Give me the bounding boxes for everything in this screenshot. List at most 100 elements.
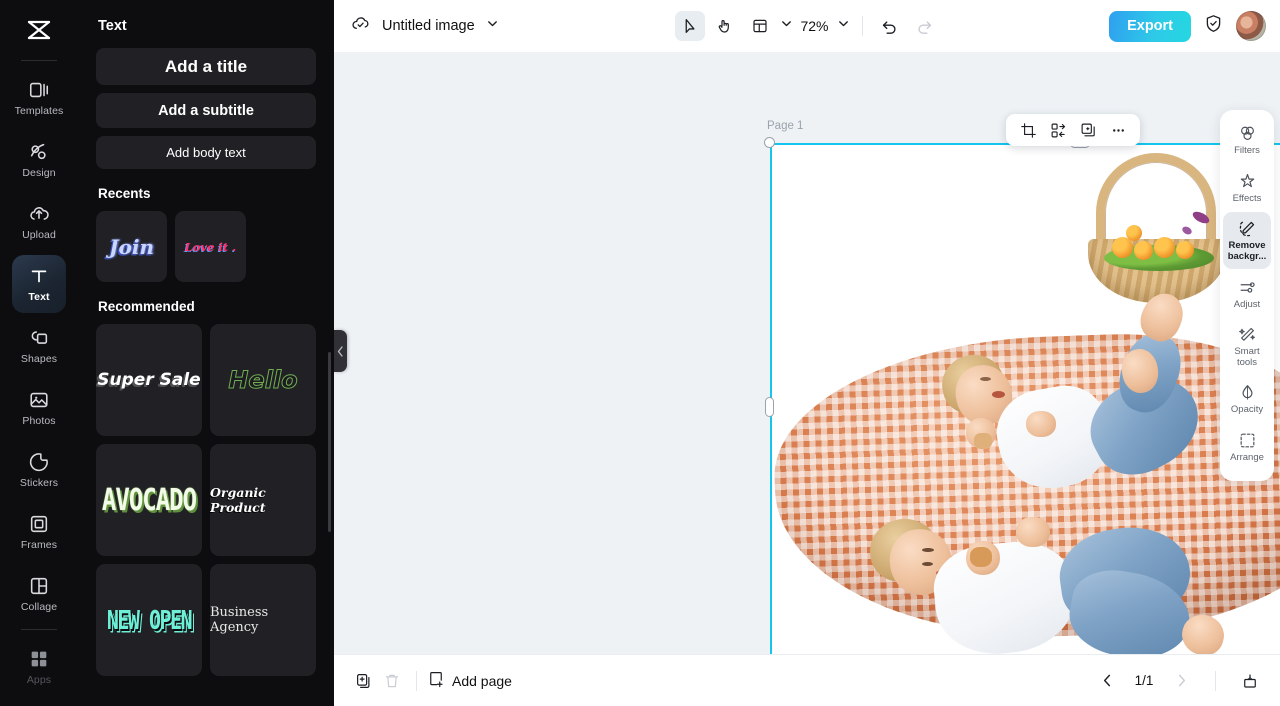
sidebar-item-stickers[interactable]: Stickers	[12, 441, 66, 499]
avatar[interactable]	[1236, 11, 1266, 41]
sidebar-item-apps[interactable]: Apps	[12, 638, 66, 696]
layout-grid-icon[interactable]	[745, 11, 775, 41]
text-panel: Text Add a title Add a subtitle Add body…	[78, 0, 334, 706]
tool-effects[interactable]: Effects	[1223, 165, 1271, 211]
top-toolbar: Untitled image 72% Export	[334, 0, 1280, 52]
tool-adjust[interactable]: Adjust	[1223, 271, 1271, 317]
sidebar-item-frames[interactable]: Frames	[12, 503, 66, 561]
collapse-panel-handle[interactable]	[334, 330, 347, 372]
recommended-text-item[interactable]: Business Agency	[210, 564, 316, 676]
tool-opacity[interactable]: Opacity	[1223, 376, 1271, 422]
recommended-text-item[interactable]: Hello	[210, 324, 316, 436]
expand-panel-icon[interactable]	[1236, 667, 1264, 695]
recent-text-label: Love it .	[184, 239, 237, 254]
sidebar-item-label: Upload	[22, 229, 56, 242]
resize-handle-top-left[interactable]	[764, 137, 775, 148]
main-area: Untitled image 72% Export Page 1 Filters…	[334, 0, 1280, 706]
bottombar-divider-2	[1215, 670, 1216, 691]
resize-handle-left[interactable]	[765, 397, 774, 417]
recents-heading: Recents	[98, 186, 151, 201]
sidebar-item-design[interactable]: Design	[12, 131, 66, 189]
tool-smart-tools[interactable]: Smart tools	[1223, 318, 1271, 374]
sidebar-item-upload[interactable]: Upload	[12, 193, 66, 251]
bottom-toolbar: Add page 1/1	[334, 654, 1280, 706]
layout-chevron-down-icon[interactable]	[780, 17, 793, 35]
object-floating-toolbar	[1006, 114, 1140, 146]
more-options-icon[interactable]	[1105, 117, 1131, 143]
tool-label: Smart tools	[1234, 346, 1260, 368]
recommended-text-label: NEW OPEN	[106, 604, 193, 636]
recent-text-item[interactable]: Join	[96, 211, 167, 282]
sidebar-item-label: Stickers	[19, 477, 59, 490]
tool-label: Remove backgr...	[1227, 240, 1267, 262]
add-page-icon	[427, 670, 445, 691]
panel-scrollbar[interactable]	[328, 352, 331, 532]
toolbar-divider	[861, 16, 863, 36]
recommended-heading: Recommended	[98, 299, 195, 314]
tool-label: Arrange	[1230, 452, 1264, 463]
sidebar-item-label: Collage	[20, 601, 58, 614]
sidebar-item-photos[interactable]: Photos	[12, 379, 66, 437]
sidebar-item-templates[interactable]: Templates	[12, 69, 66, 127]
tool-remove-background[interactable]: Remove backgr...	[1223, 212, 1271, 269]
topbar-left: Untitled image	[350, 13, 499, 39]
tool-label: Opacity	[1230, 404, 1264, 416]
redo-arrow-icon	[910, 11, 940, 41]
chevron-left-icon[interactable]	[1093, 667, 1121, 695]
recommended-text-item[interactable]: AVOCADO	[96, 444, 202, 556]
replace-swap-icon[interactable]	[1045, 117, 1071, 143]
export-button[interactable]: Export	[1109, 10, 1191, 42]
sidebar-item-label: Apps	[26, 674, 52, 687]
recommended-text-item[interactable]: NEW OPEN	[96, 564, 202, 676]
panel-title: Text	[98, 18, 127, 34]
sidebar-item-collage[interactable]: Collage	[12, 565, 66, 623]
sidebar-item-label: Photos	[22, 415, 56, 428]
sidebar-item-shapes[interactable]: Shapes	[12, 317, 66, 375]
chevron-right-icon	[1167, 667, 1195, 695]
add-title-button[interactable]: Add a title	[96, 48, 316, 85]
chevron-down-icon[interactable]	[486, 17, 499, 35]
recommended-grid: Super Sale Hello AVOCADO Organic Product…	[96, 324, 316, 676]
document-title[interactable]: Untitled image	[382, 18, 475, 34]
hand-pan-icon[interactable]	[710, 11, 740, 41]
duplicate-page-icon[interactable]	[350, 667, 378, 695]
rail-divider-bottom	[21, 629, 57, 630]
tool-filters[interactable]: Filters	[1223, 117, 1271, 163]
recent-text-item[interactable]: Love it .	[175, 211, 246, 282]
recent-text-label: Join	[109, 234, 154, 259]
recommended-text-item[interactable]: Organic Product	[210, 444, 316, 556]
tool-label: Effects	[1232, 192, 1262, 204]
tool-arrange[interactable]: Arrange	[1223, 424, 1271, 470]
recents-list: Join Love it .	[96, 211, 316, 282]
add-body-text-button[interactable]: Add body text	[96, 136, 316, 169]
zoom-level-value[interactable]: 72%	[798, 18, 832, 34]
zoom-chevron-down-icon[interactable]	[837, 17, 850, 35]
recommended-text-label: Hello	[228, 366, 298, 395]
recommended-text-item[interactable]: Super Sale	[96, 324, 202, 436]
recommended-text-label: Business Agency	[210, 605, 269, 635]
add-page-button[interactable]: Add page	[427, 670, 512, 691]
tool-label: Adjust	[1233, 298, 1261, 310]
topbar-right: Export	[1109, 10, 1266, 42]
duplicate-layers-icon[interactable]	[1075, 117, 1101, 143]
add-page-label: Add page	[452, 672, 512, 689]
sidebar-item-label: Frames	[20, 539, 58, 552]
recommended-text-label: AVOCADO	[101, 482, 197, 518]
page-indicator: 1/1	[1134, 673, 1154, 688]
right-tool-rail: Filters Effects Remove backgr... Adjust …	[1220, 110, 1274, 481]
canvas-area[interactable]: Page 1 Filters Effects Remove backgr... …	[334, 52, 1280, 654]
recommended-text-label: Organic Product	[210, 485, 266, 515]
sidebar-item-label: Templates	[14, 105, 64, 118]
recommended-text-label: Super Sale	[97, 370, 201, 390]
cursor-select-icon[interactable]	[674, 11, 705, 41]
selection-frame	[770, 143, 1280, 654]
shield-check-icon[interactable]	[1203, 13, 1224, 39]
capcut-logo-icon[interactable]	[16, 8, 62, 52]
crop-icon[interactable]	[1015, 117, 1041, 143]
add-subtitle-button[interactable]: Add a subtitle	[96, 93, 316, 128]
cloud-saved-icon	[350, 13, 371, 39]
page-navigation: 1/1	[1093, 667, 1264, 695]
bottombar-divider	[416, 670, 417, 691]
undo-arrow-icon[interactable]	[875, 11, 905, 41]
sidebar-item-text[interactable]: Text	[12, 255, 66, 313]
